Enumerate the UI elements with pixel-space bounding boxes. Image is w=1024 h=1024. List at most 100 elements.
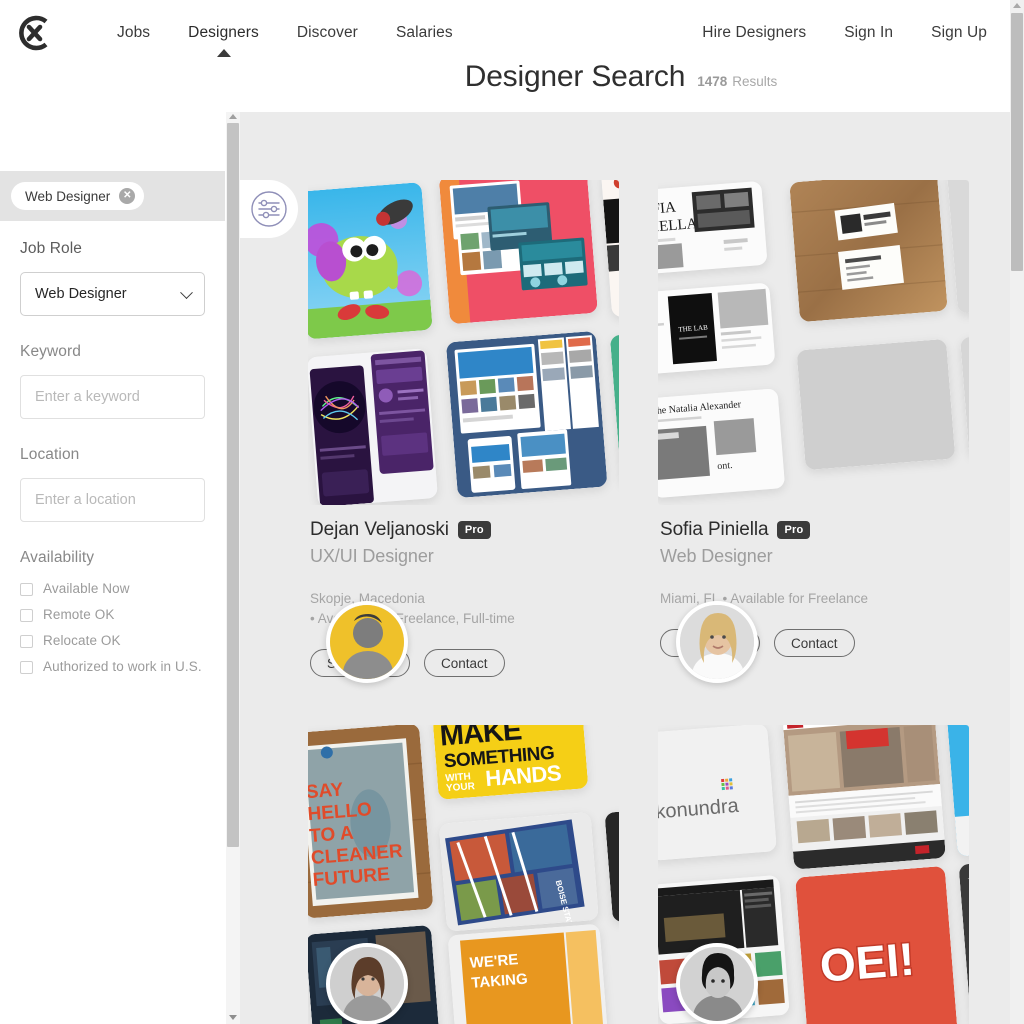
checkbox-icon[interactable] bbox=[20, 661, 33, 674]
svg-text:TO A: TO A bbox=[309, 823, 355, 847]
active-filter-tags: Web Designer ✕ bbox=[0, 171, 225, 221]
window-scrollbar[interactable] bbox=[1010, 0, 1024, 1024]
portfolio-thumbnail[interactable] bbox=[789, 180, 948, 323]
designer-name-row: Sofia Piniella Pro bbox=[660, 519, 966, 541]
portfolio-thumbnail[interactable] bbox=[604, 807, 619, 923]
designer-name[interactable]: Dejan Veljanoski bbox=[310, 519, 449, 541]
nav-item-hire-designers[interactable]: Hire Designers bbox=[683, 0, 825, 65]
svg-text:UT: UT bbox=[967, 874, 969, 889]
svg-text:ont.: ont. bbox=[717, 460, 733, 472]
portfolio-thumbnail[interactable] bbox=[959, 332, 969, 458]
scroll-up-arrow-icon[interactable] bbox=[1013, 3, 1021, 8]
job-role-select[interactable]: Web Designer bbox=[20, 272, 205, 316]
portfolio-thumbnail[interactable] bbox=[438, 180, 598, 325]
job-role-selected-value: Web Designer bbox=[35, 286, 127, 302]
scroll-up-arrow-icon[interactable] bbox=[229, 114, 237, 119]
location-input[interactable] bbox=[20, 478, 205, 522]
checkbox-icon[interactable] bbox=[20, 609, 33, 622]
designer-role: Web Designer bbox=[660, 546, 773, 566]
availability-option-label: Available Now bbox=[43, 581, 130, 596]
portfolio-thumbnail[interactable] bbox=[308, 348, 438, 505]
portfolio-thumbnail[interactable] bbox=[946, 180, 969, 314]
portfolio-thumbnail[interactable]: BOISE STATE bbox=[438, 812, 599, 932]
portfolio-thumbnail[interactable] bbox=[308, 182, 433, 340]
open-filters-button[interactable] bbox=[240, 180, 298, 238]
availability-option-label: Remote OK bbox=[43, 607, 115, 622]
nav-item-label: Sign In bbox=[844, 24, 894, 41]
top-navigation-bar: Jobs Designers Discover Salaries Hire De… bbox=[0, 0, 1010, 65]
nav-item-salaries[interactable]: Salaries bbox=[377, 0, 472, 65]
nav-item-label: Salaries bbox=[395, 24, 453, 41]
result-count-label: Results bbox=[732, 74, 778, 89]
nav-item-designers[interactable]: Designers bbox=[169, 0, 278, 65]
svg-text:SAY: SAY bbox=[308, 779, 344, 803]
portfolio-thumbnail[interactable]: UT bbox=[958, 859, 969, 1024]
availability-option-list: Available Now Remote OK Relocate OK Auth… bbox=[20, 581, 205, 674]
designer-card[interactable]: OFIA INIELLA THE LAB The Natalia Alexand… bbox=[658, 180, 969, 683]
avatar bbox=[676, 943, 758, 1024]
portfolio-thumbnail[interactable]: konundra bbox=[658, 725, 777, 861]
designer-card[interactable]: SAY HELLO TO A CLEANER FUTURE MAKE SOMET… bbox=[308, 725, 619, 1024]
checkbox-icon[interactable] bbox=[20, 583, 33, 596]
portfolio-thumbnail[interactable] bbox=[782, 725, 946, 870]
primary-nav-links: Jobs Designers Discover Salaries bbox=[98, 0, 472, 65]
secondary-nav-links: Hire Designers Sign In Sign Up bbox=[683, 0, 1006, 65]
portfolio-thumbnail-grid[interactable]: OFIA INIELLA THE LAB The Natalia Alexand… bbox=[658, 180, 969, 505]
portfolio-thumbnail[interactable]: OEI! bbox=[795, 865, 958, 1024]
availability-option-available-now[interactable]: Available Now bbox=[20, 581, 205, 596]
checkbox-icon[interactable] bbox=[20, 635, 33, 648]
nav-item-sign-up[interactable]: Sign Up bbox=[912, 0, 1006, 65]
sliders-tune-icon bbox=[251, 191, 287, 227]
portfolio-thumbnail[interactable]: IS THE LAB bbox=[658, 282, 776, 375]
filter-controls: Job Role Web Designer Keyword Location A… bbox=[0, 240, 225, 701]
portfolio-thumbnail[interactable] bbox=[796, 338, 956, 471]
portfolio-thumbnail[interactable]: OFIA INIELLA bbox=[658, 180, 768, 275]
page-title: Designer Search bbox=[464, 60, 686, 93]
nav-item-label: Discover bbox=[296, 24, 358, 41]
filter-tag-web-designer[interactable]: Web Designer ✕ bbox=[11, 182, 145, 210]
nav-item-sign-in[interactable]: Sign In bbox=[825, 0, 912, 65]
scroll-down-arrow-icon[interactable] bbox=[229, 1015, 237, 1020]
portfolio-thumbnail[interactable] bbox=[946, 725, 969, 857]
filter-label-job-role: Job Role bbox=[20, 240, 82, 257]
window-scrollbar-thumb[interactable] bbox=[1011, 13, 1023, 271]
nav-item-label: Designers bbox=[188, 24, 259, 41]
nav-item-discover[interactable]: Discover bbox=[278, 0, 377, 65]
availability-option-label: Relocate OK bbox=[43, 633, 121, 648]
filter-label-availability: Availability bbox=[20, 549, 95, 566]
close-circle-icon[interactable]: ✕ bbox=[119, 188, 136, 204]
designer-card-grid: Cl Al S bbox=[240, 112, 1010, 1024]
filter-keyword: Keyword bbox=[20, 343, 205, 419]
portfolio-thumbnail[interactable]: SAY HELLO TO A CLEANER FUTURE bbox=[308, 725, 434, 919]
portfolio-thumbnail[interactable]: MAKE SOMETHING WITH YOUR HANDS bbox=[432, 725, 589, 800]
nav-item-label: Sign Up bbox=[931, 24, 987, 41]
svg-text:OEI!: OEI! bbox=[818, 933, 916, 992]
availability-option-remote-ok[interactable]: Remote OK bbox=[20, 607, 205, 622]
keyword-input[interactable] bbox=[20, 375, 205, 419]
portfolio-thumbnail[interactable] bbox=[609, 330, 619, 488]
availability-option-authorized-us[interactable]: Authorized to work in U.S. bbox=[20, 659, 205, 674]
card-row: SAY HELLO TO A CLEANER FUTURE MAKE SOMET… bbox=[308, 725, 1010, 1024]
portfolio-thumbnail[interactable]: WE'RE TAKING bbox=[447, 923, 608, 1024]
portfolio-thumbnail[interactable] bbox=[445, 330, 608, 499]
nav-active-caret-icon bbox=[216, 49, 231, 57]
coroflot-logo-icon[interactable] bbox=[12, 11, 56, 55]
designer-card[interactable]: Cl Al S bbox=[308, 180, 619, 683]
contact-button[interactable]: Contact bbox=[424, 649, 505, 677]
portfolio-thumbnail[interactable]: Cl Al S bbox=[600, 180, 619, 318]
portfolio-thumbnail-grid[interactable]: Cl Al S bbox=[308, 180, 619, 505]
pro-badge: Pro bbox=[457, 521, 491, 539]
svg-text:YOUR: YOUR bbox=[446, 781, 476, 794]
portfolio-thumbnail[interactable]: The Natalia Alexander ont. bbox=[658, 388, 786, 499]
availability-option-relocate-ok[interactable]: Relocate OK bbox=[20, 633, 205, 648]
chevron-down-icon bbox=[180, 286, 193, 300]
avatar bbox=[676, 601, 758, 683]
results-scrollbar[interactable] bbox=[226, 112, 240, 1024]
results-scrollbar-thumb[interactable] bbox=[227, 123, 239, 847]
avatar bbox=[326, 601, 408, 683]
nav-item-jobs[interactable]: Jobs bbox=[98, 0, 169, 65]
contact-button[interactable]: Contact bbox=[774, 629, 855, 657]
designer-card[interactable]: konundra OEI! bbox=[658, 725, 969, 1024]
filter-sidebar: Web Designer ✕ Job Role Web Designer Key… bbox=[0, 65, 225, 1024]
designer-name[interactable]: Sofia Piniella bbox=[660, 519, 769, 541]
